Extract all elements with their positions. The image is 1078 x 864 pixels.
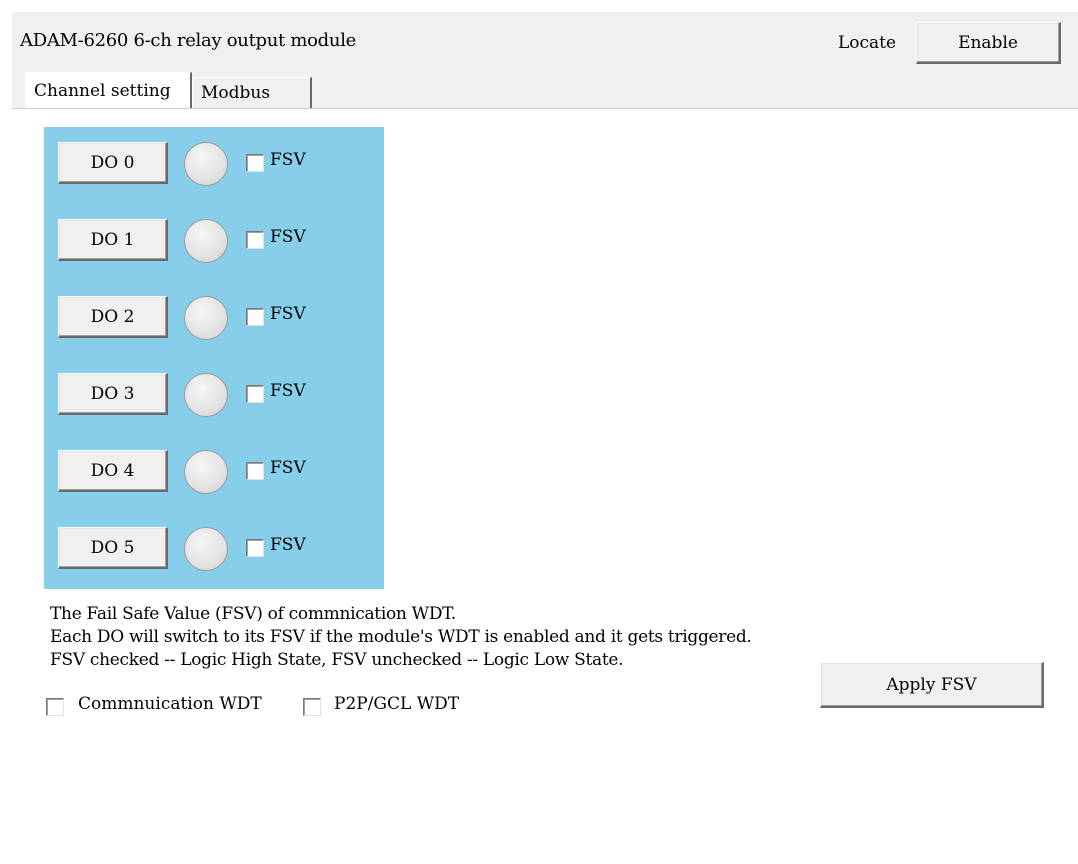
do-row-5: DO 5 FSV	[44, 527, 384, 571]
do-4-fsv-label: FSV	[270, 458, 306, 478]
do-row-2: DO 2 FSV	[44, 296, 384, 340]
do-channel-panel: DO 0 FSV DO 1 FSV DO 2 FSV DO 3 FSV DO 4	[44, 127, 384, 589]
do-5-fsv-checkbox[interactable]	[246, 539, 264, 557]
do-1-button[interactable]: DO 1	[58, 219, 168, 261]
tab-modbus[interactable]: Modbus	[192, 77, 312, 108]
do-1-fsv-checkbox[interactable]	[246, 231, 264, 249]
do-2-button[interactable]: DO 2	[58, 296, 168, 338]
tab-channel-setting[interactable]: Channel setting	[25, 72, 192, 108]
top-strip	[0, 0, 1078, 12]
do-0-fsv-checkbox[interactable]	[246, 154, 264, 172]
do-4-status-led	[184, 450, 228, 494]
fsv-note-line-2: Each DO will switch to its FSV if the mo…	[50, 627, 752, 647]
do-row-4: DO 4 FSV	[44, 450, 384, 494]
left-edge	[0, 0, 12, 864]
do-row-3: DO 3 FSV	[44, 373, 384, 417]
do-5-button[interactable]: DO 5	[58, 527, 168, 569]
do-3-button[interactable]: DO 3	[58, 373, 168, 415]
fsv-note-line-1: The Fail Safe Value (FSV) of commnicatio…	[50, 604, 456, 624]
do-4-button[interactable]: DO 4	[58, 450, 168, 492]
apply-fsv-button[interactable]: Apply FSV	[820, 662, 1044, 708]
enable-button[interactable]: Enable	[916, 22, 1061, 64]
module-window: ADAM-6260 6-ch relay output module Locat…	[0, 0, 1078, 864]
do-2-fsv-checkbox[interactable]	[246, 308, 264, 326]
do-3-fsv-label: FSV	[270, 381, 306, 401]
communication-wdt-label: Commnuication WDT	[78, 694, 262, 714]
do-5-fsv-label: FSV	[270, 535, 306, 555]
do-2-status-led	[184, 296, 228, 340]
do-4-fsv-checkbox[interactable]	[246, 462, 264, 480]
do-5-status-led	[184, 527, 228, 571]
do-row-1: DO 1 FSV	[44, 219, 384, 263]
do-1-status-led	[184, 219, 228, 263]
module-title: ADAM-6260 6-ch relay output module	[20, 30, 357, 51]
do-3-status-led	[184, 373, 228, 417]
do-3-fsv-checkbox[interactable]	[246, 385, 264, 403]
do-0-fsv-label: FSV	[270, 150, 306, 170]
do-2-fsv-label: FSV	[270, 304, 306, 324]
do-0-button[interactable]: DO 0	[58, 142, 168, 184]
do-1-fsv-label: FSV	[270, 227, 306, 247]
do-row-0: DO 0 FSV	[44, 142, 384, 186]
fsv-note-line-3: FSV checked -- Logic High State, FSV unc…	[50, 650, 624, 670]
p2p-gcl-wdt-label: P2P/GCL WDT	[334, 694, 460, 714]
communication-wdt-checkbox[interactable]	[46, 698, 64, 716]
locate-label: Locate	[838, 33, 897, 53]
p2p-gcl-wdt-checkbox[interactable]	[303, 698, 321, 716]
do-0-status-led	[184, 142, 228, 186]
